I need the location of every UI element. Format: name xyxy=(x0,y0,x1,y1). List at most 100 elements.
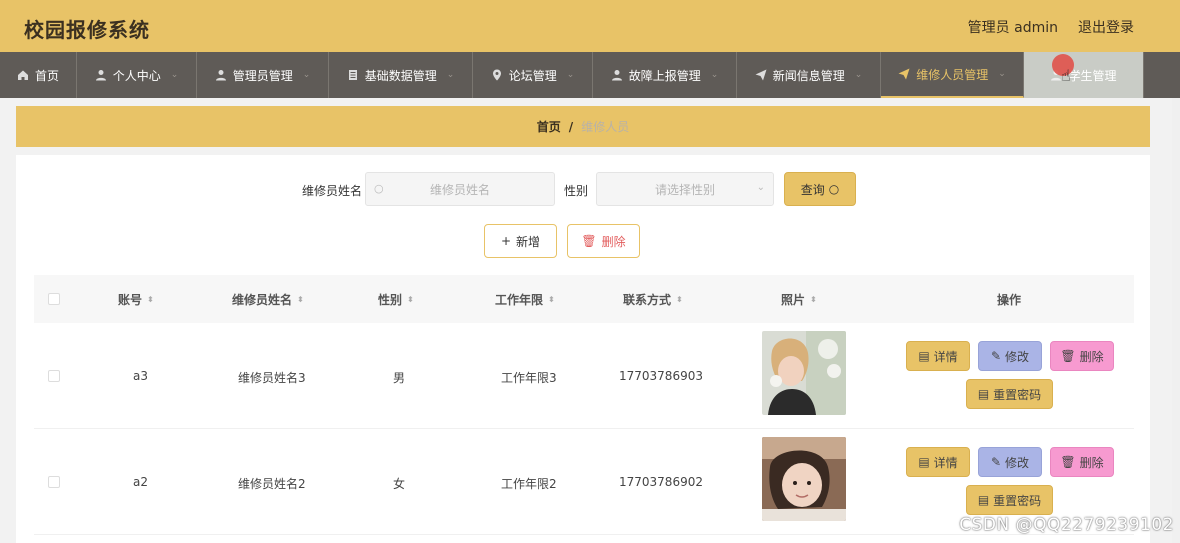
user-icon xyxy=(95,69,107,81)
cell-account: a2 xyxy=(133,475,148,489)
document-icon: ▤ xyxy=(918,455,930,469)
row-delete-button[interactable]: 🗑 删除 xyxy=(1050,341,1114,371)
column-header-actions: 操作 xyxy=(997,291,1021,308)
reset-password-label: 重置密码 xyxy=(993,387,1042,402)
detail-button[interactable]: ▤ 详情 xyxy=(906,341,970,371)
cell-name: 维修员姓名3 xyxy=(238,371,306,385)
document-icon: ▤ xyxy=(977,387,990,401)
column-label: 联系方式 xyxy=(623,293,672,307)
reset-password-button[interactable]: ▤ 重置密码 xyxy=(966,379,1053,409)
list-icon xyxy=(347,69,359,81)
name-search-input[interactable]: ○ 维修员姓名 xyxy=(365,172,555,206)
nav-item-news[interactable]: 新闻信息管理 ⌄ xyxy=(737,52,881,98)
query-button-label: 查询 xyxy=(800,182,825,197)
pin-icon xyxy=(491,69,503,81)
edit-button[interactable]: ✎ 修改 xyxy=(978,341,1042,371)
page-scrollbar[interactable] xyxy=(1172,98,1180,543)
chevron-down-icon: ⌄ xyxy=(446,70,455,80)
nav-item-label: 管理员管理 xyxy=(232,68,293,83)
gender-select-placeholder: 请选择性别 xyxy=(654,182,715,197)
chevron-down-icon: ⌄ xyxy=(710,70,719,80)
breadcrumb-current: 维修人员 xyxy=(581,120,630,134)
batch-delete-button[interactable]: 🗑 删除 xyxy=(567,224,640,258)
sort-icon: ⬍ xyxy=(147,294,154,304)
staff-photo[interactable] xyxy=(762,331,846,415)
name-filter-label: 维修员姓名 xyxy=(302,184,363,198)
detail-button[interactable]: ▤ 详情 xyxy=(906,447,970,477)
breadcrumb: 首页 / 维修人员 xyxy=(16,106,1150,147)
cell-years: 工作年限3 xyxy=(501,371,557,385)
cell-account: a3 xyxy=(133,369,148,383)
row-checkbox[interactable] xyxy=(48,370,60,382)
query-button[interactable]: 查询 ○ xyxy=(784,172,856,206)
nav-item-fault-report[interactable]: 故障上报管理 ⌄ xyxy=(593,52,737,98)
sort-icon: ⬍ xyxy=(407,294,414,304)
column-header-account[interactable]: 账号 ⬍ xyxy=(118,291,154,308)
row-checkbox[interactable] xyxy=(48,476,60,488)
chevron-down-icon: ⌄ xyxy=(566,70,575,80)
logout-link[interactable]: 退出登录 xyxy=(1078,17,1134,37)
sort-icon: ⬍ xyxy=(676,294,683,304)
column-header-years[interactable]: 工作年限 ⬍ xyxy=(495,291,555,308)
staff-photo[interactable] xyxy=(762,437,846,521)
nav-item-students[interactable]: 学生管理 xyxy=(1024,52,1144,98)
row-delete-button[interactable]: 🗑 删除 xyxy=(1050,447,1114,477)
watermark-text: CSDN @QQ2279239102 xyxy=(959,515,1174,535)
pencil-icon: ✎ xyxy=(990,455,1002,469)
chevron-down-icon: ⌄ xyxy=(998,69,1006,79)
delete-button-label: 删除 xyxy=(601,234,626,249)
document-icon: ▤ xyxy=(918,349,930,363)
home-icon xyxy=(17,69,29,81)
column-header-gender[interactable]: 性别 ⬍ xyxy=(378,291,414,308)
user-icon xyxy=(215,69,227,81)
nav-item-forum[interactable]: 论坛管理 ⌄ xyxy=(473,52,593,98)
breadcrumb-home[interactable]: 首页 xyxy=(537,118,561,135)
search-bar: 维修员姓名 ○ 维修员姓名 性别 请选择性别 ⌄ 查询 ○ xyxy=(16,172,1150,206)
nav-item-label: 个人中心 xyxy=(112,68,161,83)
column-label: 工作年限 xyxy=(495,293,544,307)
search-icon: ○ xyxy=(828,182,840,196)
select-all-checkbox[interactable] xyxy=(48,293,60,305)
column-label: 性别 xyxy=(378,293,403,307)
cell-gender: 女 xyxy=(393,477,406,491)
nav-item-admin[interactable]: 管理员管理 ⌄ xyxy=(197,52,329,98)
edit-button[interactable]: ✎ 修改 xyxy=(978,447,1042,477)
cell-gender: 男 xyxy=(393,371,406,385)
nav-item-repair-staff[interactable]: 维修人员管理 ⌄ xyxy=(881,52,1024,98)
column-header-photo[interactable]: 照片 ⬍ xyxy=(781,291,817,308)
search-icon: ○ xyxy=(374,182,384,195)
nav-item-label: 基础数据管理 xyxy=(364,68,437,83)
current-user-label: 管理员 admin xyxy=(967,20,1058,36)
app-header: 校园报修系统 管理员 admin 退出登录 xyxy=(0,0,1180,52)
plus-icon: + xyxy=(500,234,512,248)
document-icon: ▤ xyxy=(977,493,990,507)
main-panel: 维修员姓名 ○ 维修员姓名 性别 请选择性别 ⌄ 查询 ○ + 新增 🗑 删除 … xyxy=(16,155,1150,543)
sort-icon: ⬍ xyxy=(297,294,304,304)
gender-select[interactable]: 请选择性别 ⌄ xyxy=(596,172,774,206)
add-button-label: 新增 xyxy=(516,234,541,249)
send-icon xyxy=(898,68,910,80)
breadcrumb-separator: / xyxy=(568,119,574,134)
column-header-phone[interactable]: 联系方式 ⬍ xyxy=(623,291,683,308)
detail-button-label: 详情 xyxy=(933,455,958,470)
header-user-area: 管理员 admin 退出登录 xyxy=(968,17,1134,37)
hand-cursor-icon: ☝ xyxy=(1061,66,1071,85)
cell-phone: 17703786903 xyxy=(619,369,703,383)
chevron-down-icon: ⌄ xyxy=(302,70,311,80)
nav-item-profile[interactable]: 个人中心 ⌄ xyxy=(77,52,197,98)
reset-password-label: 重置密码 xyxy=(993,493,1042,508)
user-icon xyxy=(611,69,623,81)
nav-item-home[interactable]: 首页 xyxy=(0,52,77,98)
nav-item-label: 学生管理 xyxy=(1068,68,1117,83)
table-row: a3 维修员姓名3 男 工作年限3 17703786903 ▤ 详情 ✎ 修改 … xyxy=(34,323,1134,429)
column-label: 维修员姓名 xyxy=(232,293,293,307)
cell-phone: 17703786902 xyxy=(619,475,703,489)
reset-password-button[interactable]: ▤ 重置密码 xyxy=(966,485,1053,515)
gender-filter-label: 性别 xyxy=(564,184,589,198)
add-button[interactable]: + 新增 xyxy=(484,224,557,258)
nav-item-base-data[interactable]: 基础数据管理 ⌄ xyxy=(329,52,473,98)
nav-item-label: 新闻信息管理 xyxy=(772,68,845,83)
nav-item-label: 维修人员管理 xyxy=(916,67,989,82)
chevron-down-icon: ⌄ xyxy=(170,70,179,80)
column-header-name[interactable]: 维修员姓名 ⬍ xyxy=(232,291,304,308)
